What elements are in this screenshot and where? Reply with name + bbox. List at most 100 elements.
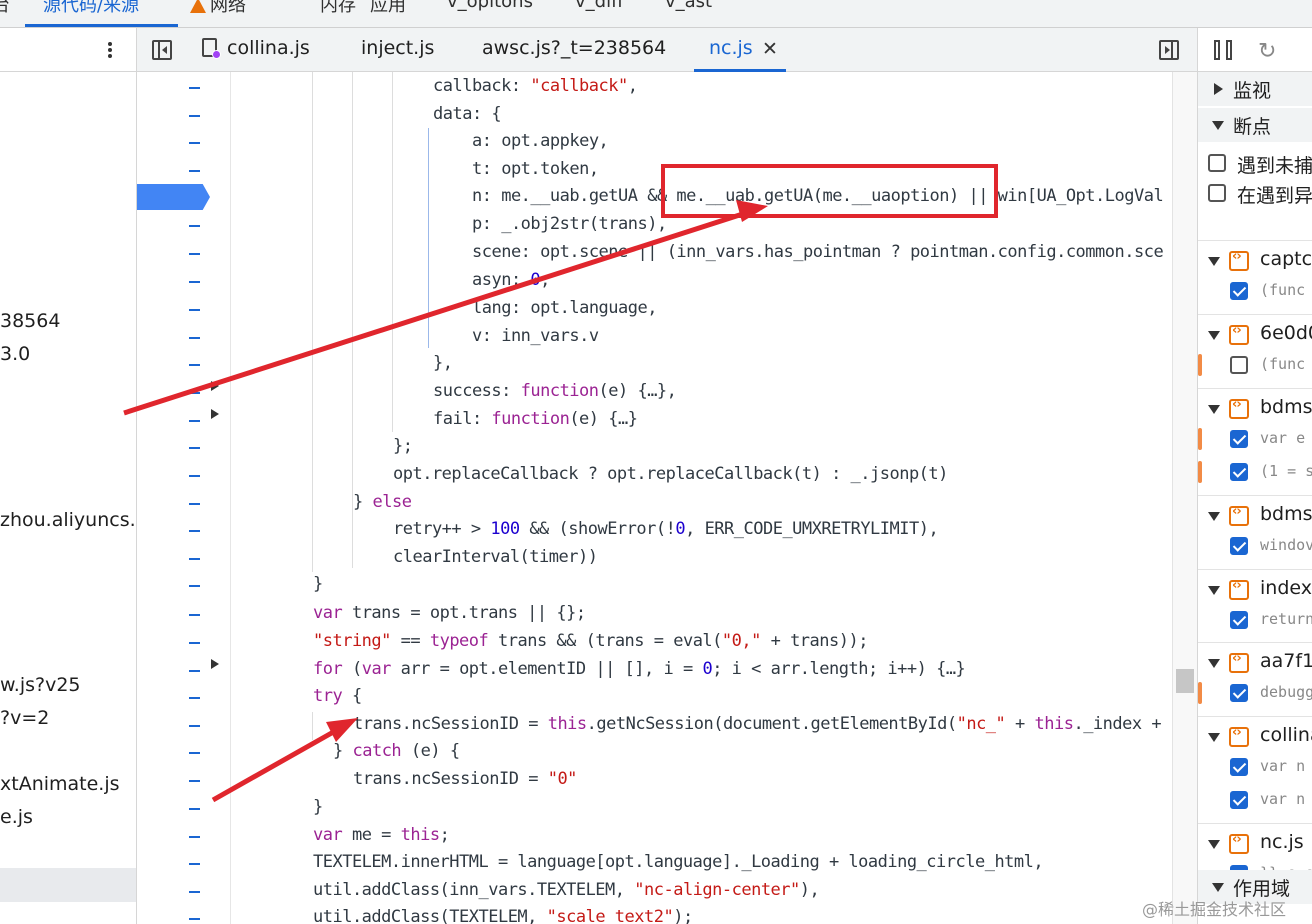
breakpoint-code-snippet[interactable]: var n <box>1260 757 1305 775</box>
code-line[interactable]: n: me.__uab.getUA && me.__uab.getUA(me._… <box>472 186 1164 206</box>
gutter-line-marker[interactable] <box>189 558 200 560</box>
tab-v-diff[interactable]: v_diff <box>575 0 623 12</box>
collapse-arrow-icon[interactable] <box>1208 733 1220 742</box>
code-line[interactable]: retry++ > 100 && (showError(!0, ERR_CODE… <box>393 519 939 539</box>
gutter-line-marker[interactable] <box>189 863 200 865</box>
code-line[interactable]: fail: function(e) {…} <box>433 409 638 429</box>
breakpoint-code-snippet[interactable]: (1 = s <box>1260 462 1312 480</box>
code-line[interactable]: "string" == typeof trans && (trans = eva… <box>313 631 868 651</box>
breakpoint-file-name[interactable]: bdms <box>1260 396 1312 418</box>
code-line[interactable]: success: function(e) {…}, <box>433 381 677 401</box>
editor-tab-collina[interactable]: collina.js <box>227 37 310 59</box>
code-line[interactable]: trans.ncSessionID = "0" <box>353 769 577 789</box>
gutter-line-marker[interactable] <box>189 337 200 339</box>
step-over-icon[interactable]: ↻ <box>1258 39 1276 64</box>
gutter-line-marker[interactable] <box>189 87 200 89</box>
collapse-arrow-icon[interactable] <box>1208 405 1220 414</box>
navigator-item[interactable]: ?v=2 <box>0 707 49 729</box>
breakpoint-code-snippet[interactable]: (func <box>1260 355 1305 373</box>
tab-application[interactable]: 应用 <box>370 0 406 17</box>
tab-memory[interactable]: 内存 <box>320 0 356 17</box>
pause-icon[interactable] <box>1214 40 1234 60</box>
code-line[interactable]: v: inn_vars.v <box>472 326 599 346</box>
gutter-line-marker[interactable] <box>189 475 200 477</box>
navigator-item[interactable]: 38564 <box>0 310 60 332</box>
gutter-line-marker[interactable] <box>189 891 200 893</box>
code-line[interactable]: } catch (e) { <box>333 741 460 761</box>
fold-arrow-icon[interactable] <box>211 659 219 669</box>
breakpoint-code-snippet[interactable]: windov <box>1260 536 1312 554</box>
gutter-line-marker[interactable] <box>189 780 200 782</box>
code-line[interactable]: TEXTELEM.innerHTML = language[opt.langua… <box>313 852 1044 872</box>
collapse-arrow-icon[interactable] <box>1208 257 1220 266</box>
vertical-scrollbar[interactable] <box>1172 72 1197 924</box>
gutter-line-marker[interactable] <box>189 808 200 810</box>
breakpoint-checkbox[interactable] <box>1230 684 1248 702</box>
code-line[interactable]: a: opt.appkey, <box>472 131 609 151</box>
gutter-line-marker[interactable] <box>189 281 200 283</box>
code-line[interactable]: } <box>313 574 323 594</box>
editor-tab-nc[interactable]: nc.js <box>709 37 753 59</box>
gutter-line-marker[interactable] <box>189 142 200 144</box>
gutter-line-marker[interactable] <box>189 530 200 532</box>
navigator-selected-row[interactable] <box>0 868 136 902</box>
editor-tab-awsc[interactable]: awsc.js?_t=238564 <box>482 37 666 59</box>
breakpoint-code-snippet[interactable]: var n <box>1260 790 1305 808</box>
breakpoint-checkbox[interactable] <box>1230 282 1248 300</box>
code-line[interactable]: lang: opt.language, <box>472 298 657 318</box>
code-line[interactable]: var trans = opt.trans || {}; <box>313 603 586 623</box>
gutter-line-marker[interactable] <box>189 697 200 699</box>
gutter-line-marker[interactable] <box>189 725 200 727</box>
tab-network[interactable]: 网络 <box>190 0 246 17</box>
gutter-line-marker[interactable] <box>189 752 200 754</box>
collapse-arrow-icon[interactable] <box>1208 586 1220 595</box>
code-line[interactable]: util.addClass(TEXTELEM, "scale_text2"); <box>313 907 693 924</box>
gutter-line-marker[interactable] <box>189 115 200 117</box>
code-line[interactable]: }, <box>433 353 453 373</box>
breakpoint-file-name[interactable]: 6e0d0 <box>1260 322 1312 344</box>
toggle-navigator-icon[interactable] <box>152 40 172 60</box>
gutter-line-marker[interactable] <box>189 170 200 172</box>
breakpoint-file-name[interactable]: captc <box>1260 248 1312 270</box>
gutter-line-marker[interactable] <box>189 420 200 422</box>
code-line[interactable]: for (var arr = opt.elementID || [], i = … <box>313 659 966 679</box>
tab-v-options[interactable]: v_opitons <box>447 0 533 12</box>
breakpoint-code-snippet[interactable]: (func <box>1260 281 1305 299</box>
more-options-icon[interactable] <box>102 40 118 60</box>
close-icon[interactable]: ✕ <box>762 38 778 60</box>
tab-sources[interactable]: 源代码/来源 <box>43 0 139 17</box>
gutter-line-marker[interactable] <box>189 614 200 616</box>
gutter-line-marker[interactable] <box>189 670 200 672</box>
breakpoint-file-name[interactable]: index <box>1260 577 1312 599</box>
editor-tab-inject[interactable]: inject.js <box>361 37 434 59</box>
gutter-line-marker[interactable] <box>189 503 200 505</box>
collapse-arrow-icon[interactable] <box>1208 659 1220 668</box>
gutter-line-marker[interactable] <box>189 364 200 366</box>
code-line[interactable]: }; <box>393 436 413 456</box>
breakpoint-checkbox[interactable] <box>1230 430 1248 448</box>
breakpoint-marker[interactable] <box>137 184 210 210</box>
gutter-line-marker[interactable] <box>189 225 200 227</box>
tab-v-ast[interactable]: v_ast <box>665 0 712 12</box>
code-line[interactable]: t: opt.token, <box>472 159 599 179</box>
gutter-line-marker[interactable] <box>189 642 200 644</box>
code-line[interactable]: opt.replaceCallback ? opt.replaceCallbac… <box>393 464 948 484</box>
scrollbar-thumb[interactable] <box>1176 669 1194 693</box>
breakpoint-checkbox[interactable] <box>1230 758 1248 776</box>
code-line[interactable]: trans.ncSessionID = this.getNcSession(do… <box>353 714 1162 734</box>
gutter-line-marker[interactable] <box>189 309 200 311</box>
code-line[interactable]: clearInterval(timer)) <box>393 547 598 567</box>
code-line[interactable]: data: { <box>433 104 502 124</box>
code-line[interactable]: scene: opt.scene || (inn_vars.has_pointm… <box>472 242 1164 262</box>
navigator-item[interactable]: e.js <box>0 806 33 828</box>
tab-console-partial[interactable]: 台 <box>0 0 10 17</box>
code-line[interactable]: callback: "callback", <box>433 76 638 96</box>
collapse-arrow-icon[interactable] <box>1208 840 1220 849</box>
pause-caught-checkbox[interactable] <box>1208 184 1226 202</box>
navigator-item[interactable]: xtAnimate.js <box>0 773 120 795</box>
breakpoint-checkbox[interactable] <box>1230 611 1248 629</box>
breakpoint-file-name[interactable]: aa7f1 <box>1260 650 1312 672</box>
fold-arrow-icon[interactable] <box>211 381 219 391</box>
breakpoint-checkbox[interactable] <box>1230 463 1248 481</box>
breakpoints-section-header[interactable]: 断点 <box>1198 108 1312 142</box>
